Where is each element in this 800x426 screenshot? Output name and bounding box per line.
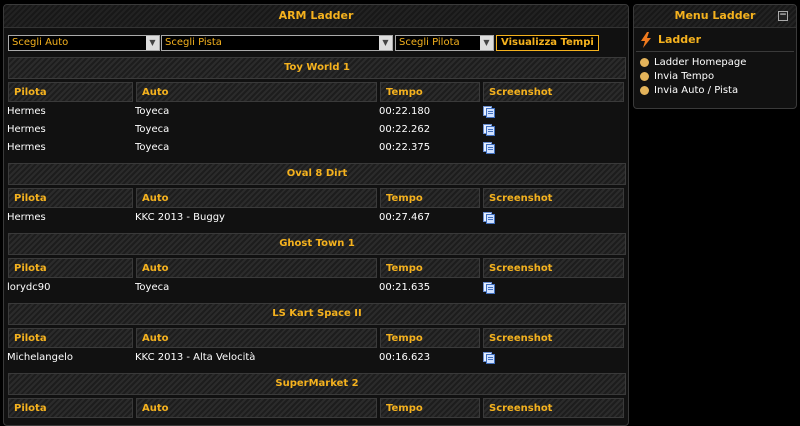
- filter-bar: Scegli Auto ▼ Scegli Pista ▼ Scegli Pilo…: [8, 35, 624, 51]
- cell-auto: Toyeca: [135, 142, 170, 153]
- column-header-tempo: Tempo: [380, 82, 480, 102]
- cell-pilota: Hermes: [7, 142, 46, 153]
- column-header-screenshot: Screenshot: [483, 82, 624, 102]
- menu-item-label: Invia Auto / Pista: [654, 85, 739, 96]
- pista-select[interactable]: Scegli Pista ▼: [161, 35, 393, 51]
- column-header-tempo: Tempo: [380, 258, 480, 278]
- menu-title-text: Menu Ladder: [674, 9, 756, 22]
- bullet-icon: [640, 71, 649, 81]
- column-header-auto: Auto: [136, 258, 377, 278]
- menu-item-homepage[interactable]: Ladder Homepage: [640, 56, 746, 69]
- cell-pilota: Hermes: [7, 106, 46, 117]
- bullet-icon: [640, 85, 649, 95]
- column-header-pilota: Pilota: [8, 328, 133, 348]
- column-header-screenshot: Screenshot: [483, 398, 624, 418]
- screenshot-icon[interactable]: [483, 124, 495, 136]
- track-header: Ghost Town 1: [8, 233, 626, 255]
- pilota-select[interactable]: Scegli Pilota ▼: [395, 35, 494, 51]
- cell-tempo: 00:22.262: [379, 124, 431, 135]
- menu-divider: [636, 51, 794, 52]
- pilota-select-label: Scegli Pilota: [399, 37, 460, 48]
- track-header: LS Kart Space II: [8, 303, 626, 325]
- cell-tempo: 00:16.623: [379, 352, 431, 363]
- cell-tempo: 00:22.375: [379, 142, 431, 153]
- screenshot-icon[interactable]: [483, 212, 495, 224]
- column-header-screenshot: Screenshot: [483, 328, 624, 348]
- column-header-pilota: Pilota: [8, 188, 133, 208]
- auto-select-label: Scegli Auto: [12, 37, 69, 48]
- minus-icon[interactable]: −: [778, 11, 788, 21]
- menu-title: Menu Ladder −: [634, 5, 796, 28]
- column-header-pilota: Pilota: [8, 82, 133, 102]
- column-header-pilota: Pilota: [8, 398, 133, 418]
- column-header-auto: Auto: [136, 328, 377, 348]
- cell-tempo: 00:22.180: [379, 106, 431, 117]
- screenshot-icon[interactable]: [483, 352, 495, 364]
- cell-pilota: Hermes: [7, 124, 46, 135]
- pista-select-label: Scegli Pista: [165, 37, 222, 48]
- screenshot-icon[interactable]: [483, 282, 495, 294]
- track-header: Oval 8 Dirt: [8, 163, 626, 185]
- column-header-tempo: Tempo: [380, 188, 480, 208]
- menu-item-label: Ladder Homepage: [654, 57, 747, 68]
- menu-item-invia-tempo[interactable]: Invia Tempo: [640, 70, 714, 83]
- column-header-pilota: Pilota: [8, 258, 133, 278]
- cell-tempo: 00:21.635: [379, 282, 431, 293]
- column-header-tempo: Tempo: [380, 398, 480, 418]
- column-header-auto: Auto: [136, 398, 377, 418]
- track-header: SuperMarket 2: [8, 373, 626, 395]
- column-header-auto: Auto: [136, 188, 377, 208]
- cell-tempo: 00:27.467: [379, 212, 431, 223]
- cell-auto: Toyeca: [135, 282, 170, 293]
- menu-item-label: Invia Tempo: [654, 71, 715, 82]
- menu-item-invia-auto-pista[interactable]: Invia Auto / Pista: [640, 84, 738, 97]
- cell-auto: Toyeca: [135, 106, 170, 117]
- ladder-panel: ARM Ladder Scegli Auto ▼ Scegli Pista ▼ …: [3, 4, 629, 426]
- chevron-down-icon[interactable]: ▼: [480, 36, 493, 50]
- cell-auto: KKC 2013 - Alta Velocità: [135, 352, 256, 363]
- cell-pilota: Hermes: [7, 212, 46, 223]
- column-header-screenshot: Screenshot: [483, 258, 624, 278]
- cell-auto: Toyeca: [135, 124, 170, 135]
- screenshot-icon[interactable]: [483, 106, 495, 118]
- column-header-tempo: Tempo: [380, 328, 480, 348]
- bullet-icon: [640, 57, 649, 67]
- column-header-screenshot: Screenshot: [483, 188, 624, 208]
- screenshot-icon[interactable]: [483, 142, 495, 154]
- auto-select[interactable]: Scegli Auto ▼: [8, 35, 160, 51]
- chevron-down-icon[interactable]: ▼: [379, 36, 392, 50]
- visualizza-tempi-button[interactable]: Visualizza Tempi: [496, 35, 599, 51]
- cell-pilota: Michelangelo: [7, 352, 74, 363]
- cell-auto: KKC 2013 - Buggy: [135, 212, 225, 223]
- menu-section-label: Ladder: [658, 33, 702, 46]
- ladder-title: ARM Ladder: [4, 5, 628, 28]
- track-header: Toy World 1: [8, 57, 626, 79]
- column-header-auto: Auto: [136, 82, 377, 102]
- cell-pilota: lorydc90: [7, 282, 51, 293]
- lightning-icon: [641, 32, 651, 48]
- chevron-down-icon[interactable]: ▼: [146, 36, 159, 50]
- menu-panel: Menu Ladder − Ladder Ladder Homepage Inv…: [633, 4, 797, 109]
